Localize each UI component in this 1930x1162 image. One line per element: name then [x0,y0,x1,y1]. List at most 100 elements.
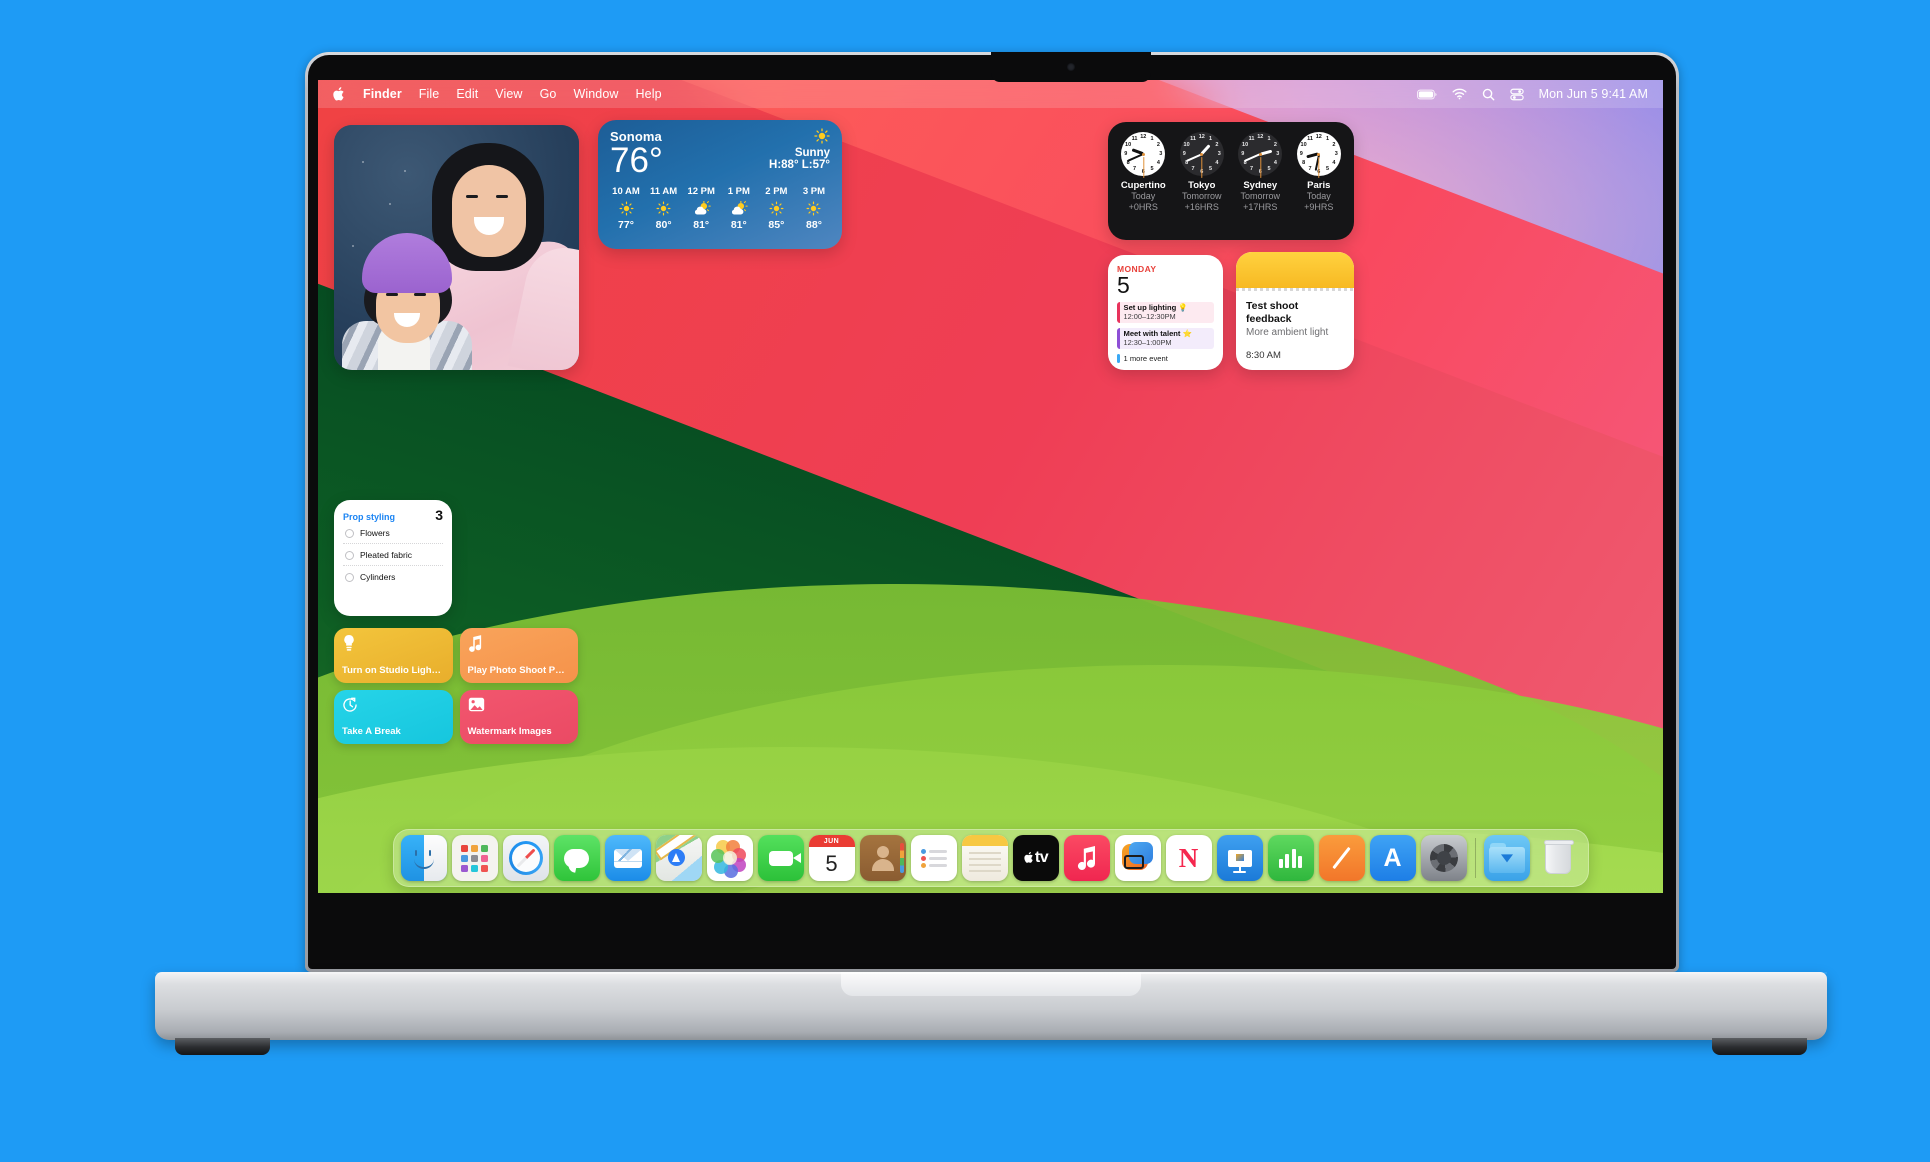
dock-item-music[interactable] [1063,835,1110,881]
clock-hour-number: 9 [1241,151,1245,157]
second-hand [1318,157,1320,178]
clock-hour-number: 3 [1217,151,1221,157]
sun-icon [759,199,793,217]
menu-window[interactable]: Window [573,87,618,101]
checkbox-circle-icon[interactable] [345,550,354,560]
dock-item-keynote[interactable] [1216,835,1263,881]
shortcut-turn-on-studio-lights[interactable]: Turn on Studio Ligh… [334,628,453,683]
clock-hour-number: 10 [1242,142,1249,149]
event-color-bar [1117,354,1120,363]
reminder-item[interactable]: Pleated fabric [343,544,443,566]
apple-logo-icon[interactable] [332,86,346,102]
apple-tv-wordmark: tv [1023,849,1049,867]
calendar-more-events[interactable]: 1 more event [1117,354,1214,363]
control-center-icon[interactable] [1509,88,1524,101]
forecast-time: 11 AM [650,186,678,197]
checkbox-circle-icon[interactable] [345,572,354,582]
clock-hour-number: 7 [1191,166,1195,173]
shortcut-watermark-images[interactable]: Watermark Images [459,689,578,744]
dock-item-app-store[interactable]: A [1369,835,1416,881]
laptop-base-lip [841,972,1141,996]
clock-tokyo[interactable]: 123456789101112 Tokyo Tomorrow +16HRS [1174,132,1230,213]
shortcut-play-photo-shoot-playlist[interactable]: Play Photo Shoot P… [459,628,578,683]
clock-hour-number: 5 [1150,166,1154,173]
menu-view[interactable]: View [495,87,522,101]
dock: JUN 5 tv N A [392,829,1589,887]
dock-item-downloads-folder[interactable] [1483,835,1530,881]
dock-item-notes[interactable] [961,835,1008,881]
clock-pivot [1317,152,1321,156]
clock-cupertino[interactable]: 123456789101112 Cupertino Today +0HRS [1115,132,1171,213]
shortcut-take-a-break[interactable]: Take A Break [334,689,453,744]
calendar-widget[interactable]: MONDAY 5 Set up lighting 💡 12:00–12:30PM… [1108,255,1223,370]
clock-hour-number: 3 [1159,151,1163,157]
laptop-base [155,972,1827,1055]
reminder-label: Cylinders [360,572,396,582]
menu-clock[interactable]: Mon Jun 5 9:41 AM [1539,87,1648,101]
menu-edit[interactable]: Edit [456,87,478,101]
menu-help[interactable]: Help [636,87,662,101]
dock-item-news[interactable]: N [1165,835,1212,881]
dock-item-trash[interactable] [1535,835,1581,881]
event-time: 12:30–1:00PM [1123,338,1172,347]
clock-day: Tomorrow [1181,191,1222,201]
clock-hour-number: 9 [1182,151,1186,157]
reminders-widget[interactable]: Prop styling 3 Flowers Pleated fabric Cy… [334,500,452,616]
clock-hour-number: 4 [1156,159,1160,166]
image-icon [468,697,571,715]
forecast-temp: 85° [768,219,785,231]
reminder-label: Flowers [360,528,390,538]
clock-offset: +0HRS [1128,202,1158,212]
calendar-event[interactable]: Set up lighting 💡 12:00–12:30PM [1117,302,1214,323]
dock-item-finder[interactable] [400,835,447,881]
clock-offset: +9HRS [1304,202,1334,212]
dock-item-launchpad[interactable] [451,835,498,881]
menu-go[interactable]: Go [540,87,557,101]
dock-item-mail[interactable] [604,835,651,881]
clock-hour-number: 5 [1208,166,1213,173]
dock-item-calendar[interactable]: JUN 5 [808,835,855,881]
menu-finder[interactable]: Finder [363,87,402,101]
photos-widget[interactable] [334,125,579,370]
world-clock-widget[interactable]: 123456789101112 Cupertino Today +0HRS 12… [1108,122,1354,240]
dock-item-photos[interactable] [706,835,753,881]
sun-icon [609,199,643,217]
clock-hour-number: 11 [1131,135,1138,142]
dock-item-numbers[interactable] [1267,835,1314,881]
dock-item-system-settings[interactable] [1420,835,1467,881]
forecast-temp: 77° [618,219,634,231]
menu-file[interactable]: File [419,87,440,101]
forecast-temp: 81° [730,219,747,231]
weather-widget[interactable]: Sonoma 76° Sunny H:88° L:57° 10 AM 77° 1… [598,120,842,249]
forecast-temp: 80° [655,219,672,231]
forecast-time: 2 PM [765,186,788,197]
clock-hour-number: 11 [1307,135,1313,142]
clock-sydney[interactable]: 123456789101112 Sydney Tomorrow +17HRS [1232,132,1288,213]
reminder-item[interactable]: Flowers [343,522,443,544]
dock-item-facetime[interactable] [757,835,804,881]
note-widget[interactable]: Test shoot feedback More ambient light 8… [1236,252,1354,370]
calendar-event[interactable]: Meet with talent ⭐ 12:30–1:00PM [1117,328,1214,349]
dock-item-pages[interactable] [1318,835,1365,881]
forecast-time: 1 PM [727,186,750,197]
dock-item-reminders[interactable] [910,835,957,881]
clock-paris[interactable]: 123456789101112 Paris Today +9HRS [1291,132,1347,213]
clock-hour-number: 11 [1190,135,1196,142]
clock-hour-number: 3 [1276,151,1280,157]
dock-item-safari[interactable] [502,835,549,881]
dock-item-maps[interactable] [655,835,702,881]
calendar-day-number: 5 [1117,272,1130,298]
search-icon[interactable] [1482,88,1495,101]
dock-item-messages[interactable] [553,835,600,881]
wifi-icon[interactable] [1452,88,1467,100]
second-hand [1259,157,1261,178]
reminder-item[interactable]: Cylinders [343,566,443,587]
dock-item-apple-tv[interactable]: tv [1012,835,1059,881]
forecast-hour: 11 AM 80° [647,186,681,231]
dock-item-contacts[interactable] [859,835,906,881]
battery-icon[interactable] [1416,89,1437,100]
camera-icon [1067,63,1075,71]
dock-item-freeform[interactable] [1114,835,1161,881]
checkbox-circle-icon[interactable] [345,528,354,538]
lightbulb-icon [342,635,445,653]
